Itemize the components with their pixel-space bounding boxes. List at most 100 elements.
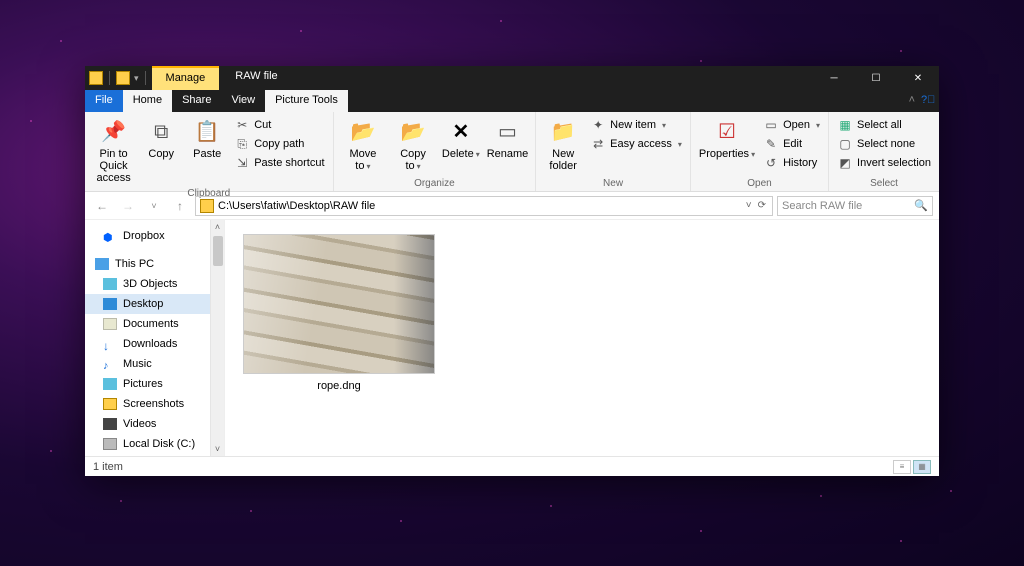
nav-scrollbar[interactable]: ˄ ˅ [210,220,224,456]
nav-this-pc[interactable]: This PC [85,254,224,274]
ic-down-icon: ↓ [103,338,117,350]
address-bar[interactable]: C:\Users\fatiw\Desktop\RAW file ˅ ⟳ [195,196,773,216]
ic-folder-icon [103,398,117,410]
search-box[interactable]: Search RAW file 🔍 [777,196,933,216]
move-to-button[interactable]: 📂 Move to▾ [340,116,387,174]
minimize-button[interactable]: ─ [813,66,855,90]
nav-item-local-disk-c-[interactable]: Local Disk (C:) [85,434,224,454]
ribbon-group-select: ▦Select all ▢Select none ◩ Invert selecti… [829,112,939,191]
home-tab[interactable]: Home [123,90,172,112]
content-area[interactable]: rope.dng [225,220,939,456]
separator [109,71,110,85]
file-name-label: rope.dng [317,380,360,392]
label: Pictures [123,376,163,392]
search-placeholder: Search RAW file [782,200,862,212]
qat-overflow-icon[interactable]: ▾ [134,73,139,84]
view-tab[interactable]: View [221,90,265,112]
nav-item-pictures[interactable]: Pictures [85,374,224,394]
nav-item-downloads[interactable]: ↓Downloads [85,334,224,354]
file-thumbnail [243,234,435,374]
label: Rename [487,148,529,160]
picture-tools-tab[interactable]: Picture Tools [265,90,348,112]
copy-to-button[interactable]: 📂 Copy to▾ [390,116,436,174]
delete-icon: ✕ [447,118,475,146]
label: Local Disk (C:) [123,436,195,452]
thumbnails-view-button[interactable]: ▦ [913,460,931,474]
share-tab[interactable]: Share [172,90,221,112]
maximize-button[interactable]: ☐ [855,66,897,90]
pin-to-quick-access-button[interactable]: 📌 Pin to Quick access [91,116,136,186]
paste-button[interactable]: 📋 Paste [186,116,228,162]
properties-button[interactable]: ☑ Properties▾ [697,116,757,162]
file-item[interactable]: rope.dng [243,234,435,392]
select-all-button[interactable]: ▦Select all [835,116,933,134]
label: Move to▾ [342,148,385,172]
nav-dropbox[interactable]: ⬢ Dropbox [85,226,224,246]
delete-button[interactable]: ✕ Delete▾ [440,116,482,162]
history-button[interactable]: ↺History [761,154,822,172]
cut-button[interactable]: ✂Cut [232,116,326,134]
nav-item-music[interactable]: ♪Music [85,354,224,374]
scroll-thumb[interactable] [213,236,223,266]
nav-item-screenshots[interactable]: Screenshots [85,394,224,414]
ic-video-icon [103,418,117,430]
address-dropdown-icon[interactable]: ˅ [746,200,752,211]
nav-item-local-disk-d-[interactable]: Local Disk (D:) [85,454,224,456]
rename-button[interactable]: ▭ Rename [486,116,529,162]
collapse-ribbon-button[interactable]: ˄ [903,90,921,112]
ic-disk-icon [103,438,117,450]
label: Select all [857,119,902,131]
scroll-up-icon[interactable]: ˄ [215,222,220,232]
dropbox-icon: ⬢ [103,230,117,242]
easy-access-button[interactable]: ⇄Easy access▾ [588,135,684,153]
group-label: Organize [340,176,530,191]
forward-button[interactable]: → [117,199,139,213]
rename-icon: ▭ [493,118,521,146]
label: Copy path [254,138,304,150]
address-path: C:\Users\fatiw\Desktop\RAW file [218,200,375,212]
navigation-pane: ⬢ Dropbox This PC 3D Objects Desktop Docum… [85,220,225,456]
label: Desktop [123,296,163,312]
invert-selection-button[interactable]: ◩ Invert selection [835,154,933,172]
back-button[interactable]: ← [91,199,113,213]
nav-item-3d-objects[interactable]: 3D Objects [85,274,224,294]
open-button[interactable]: ▭Open▾ [761,116,822,134]
ribbon-tabs: File Home Share View Picture Tools ˄ ?⃝ [85,90,939,112]
nav-item-documents[interactable]: Documents [85,314,224,334]
ic-docs-icon [103,318,117,330]
separator [145,71,146,85]
edit-button[interactable]: ✎Edit [761,135,822,153]
new-folder-button[interactable]: 📁 New folder [542,116,584,174]
scroll-down-icon[interactable]: ˅ [215,444,220,454]
copy-button[interactable]: ⧉ Copy [140,116,182,162]
nav-item-videos[interactable]: Videos [85,414,224,434]
up-button[interactable]: ↑ [169,199,191,213]
recent-locations-button[interactable]: ˅ [143,201,165,211]
properties-icon: ☑ [713,118,741,146]
nav-item-desktop[interactable]: Desktop [85,294,224,314]
copy-icon: ⧉ [147,118,175,146]
address-bar-row: ← → ˅ ↑ C:\Users\fatiw\Desktop\RAW file … [85,192,939,220]
copy-path-button[interactable]: ⎘ Copy path [232,135,326,153]
close-button[interactable]: ✕ [897,66,939,90]
copy-path-icon: ⎘ [234,136,250,152]
new-item-icon: ✦ [590,117,606,133]
new-item-button[interactable]: ✦New item▾ [588,116,684,134]
label: Select none [857,138,915,150]
contextual-tab-group: Manage [152,66,220,90]
select-none-button[interactable]: ▢Select none [835,135,933,153]
paste-shortcut-button[interactable]: ⇲Paste shortcut [232,154,326,172]
explorer-body: ⬢ Dropbox This PC 3D Objects Desktop Docum… [85,220,939,456]
label: Open [783,119,810,131]
refresh-button[interactable]: ⟳ [758,200,766,211]
details-view-button[interactable]: ≡ [893,460,911,474]
label: Invert selection [857,157,931,169]
folder-icon [89,71,103,85]
pin-icon: 📌 [100,118,128,146]
help-icon[interactable]: ?⃝ [921,90,939,112]
folder-icon [116,71,130,85]
invert-selection-icon: ◩ [837,155,853,171]
group-label: Select [835,176,933,191]
label: Videos [123,416,156,432]
file-menu[interactable]: File [85,90,123,112]
